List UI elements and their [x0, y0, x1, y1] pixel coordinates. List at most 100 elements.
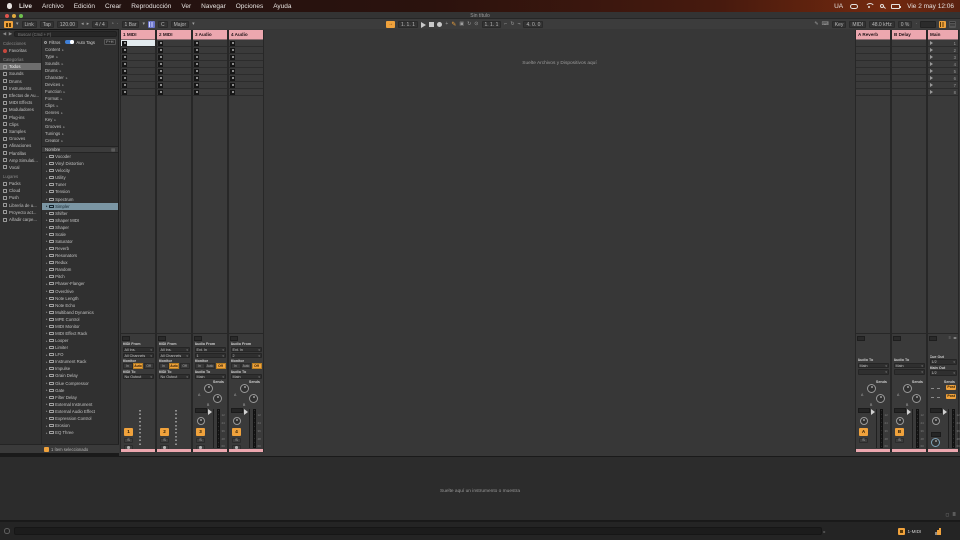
menubar-clock[interactable]: Vie 2 may 12:06: [907, 3, 954, 10]
key-map-button[interactable]: Key: [831, 21, 847, 28]
scene-slot[interactable]: 8: [928, 89, 958, 96]
track-header[interactable]: Main: [928, 30, 958, 40]
clip-stop-button[interactable]: [194, 40, 199, 46]
chevron-down-icon[interactable]: ▾: [142, 21, 145, 28]
punch-out-icon[interactable]: ¬: [518, 21, 521, 28]
clip-stop-button[interactable]: [230, 47, 235, 53]
sidebar-item-plantillas[interactable]: Plantillas: [0, 149, 41, 156]
scene-launch-icon[interactable]: [930, 69, 933, 73]
filter-group-type[interactable]: Type ▸: [42, 53, 118, 60]
device-item-eq-three[interactable]: ▸ EQ Three: [42, 429, 118, 436]
volume-display[interactable]: [894, 408, 906, 413]
input-channel-dropdown[interactable]: 1: [194, 352, 226, 358]
automation-arm-icon[interactable]: ▣: [459, 21, 464, 28]
scene-launch-icon[interactable]: [930, 83, 933, 87]
clip-stop-button[interactable]: [158, 54, 163, 60]
return-activator-button[interactable]: B: [895, 428, 904, 436]
clip-slot[interactable]: [229, 89, 263, 96]
time-signature-field[interactable]: 4 / 4: [92, 21, 108, 28]
scene-slot[interactable]: 7: [928, 82, 958, 89]
device-item-multiband-dynamics[interactable]: ▸ Multiband Dynamics: [42, 309, 118, 316]
clip-slot[interactable]: [892, 75, 926, 82]
arrangement-view-toggle-icon[interactable]: [949, 21, 956, 28]
clip-stop-button[interactable]: [230, 40, 235, 46]
clip-stop-button[interactable]: [194, 68, 199, 74]
volume-fader-handle[interactable]: [871, 408, 875, 415]
output-type-dropdown[interactable]: Main: [857, 362, 889, 368]
capture-midi-icon[interactable]: ⊙: [474, 21, 478, 28]
clip-slot[interactable]: [121, 47, 155, 54]
expand-arrow-icon[interactable]: ▸: [824, 529, 826, 534]
clip-stop-button[interactable]: [230, 89, 235, 95]
clip-slot[interactable]: [121, 75, 155, 82]
clip-stop-button[interactable]: [122, 47, 127, 53]
menu-ayuda[interactable]: Ayuda: [273, 3, 291, 10]
monitor-switch[interactable]: In Auto Off: [194, 363, 226, 369]
device-item-reverb[interactable]: ▸ Reverb: [42, 245, 118, 252]
pan-knob[interactable]: [232, 417, 241, 425]
monitor-option-auto[interactable]: Auto: [169, 363, 179, 369]
clip-slot[interactable]: [229, 54, 263, 61]
device-item-phaser-flanger[interactable]: ▸ Phaser-Flanger: [42, 280, 118, 287]
clip-stop-button[interactable]: [122, 54, 127, 60]
device-item-spectrum[interactable]: ▸ Spectrum: [42, 195, 118, 202]
volume-fader-handle[interactable]: [943, 408, 947, 415]
device-item-limiter[interactable]: ▸ Limiter: [42, 344, 118, 351]
monitor-option-auto[interactable]: Auto: [133, 363, 143, 369]
device-item-midi-monitor[interactable]: ▸ MIDI Monitor: [42, 323, 118, 330]
monitor-option-in[interactable]: In: [194, 363, 205, 369]
fold-sends-icon[interactable]: ◂▸: [953, 335, 957, 340]
sidebar-item-clips[interactable]: Clips: [0, 121, 41, 128]
send-a-knob[interactable]: [903, 384, 912, 393]
monitor-option-in[interactable]: In: [158, 363, 169, 369]
menu-ver[interactable]: Ver: [181, 3, 191, 10]
clip-slot[interactable]: [193, 47, 227, 54]
device-item-shaper-midi[interactable]: ▸ Shaper MIDI: [42, 217, 118, 224]
send-b-knob[interactable]: [912, 394, 921, 403]
clip-stop-button[interactable]: [194, 89, 199, 95]
device-item-mpe-control[interactable]: ▸ MPE Control: [42, 316, 118, 323]
sidebar-item-instruments[interactable]: Instruments: [0, 85, 41, 92]
clip-slot[interactable]: [892, 40, 926, 47]
clip-slot[interactable]: [892, 68, 926, 75]
main-out-dropdown[interactable]: 1/2: [929, 370, 957, 376]
input-channel-dropdown[interactable]: All Channels: [158, 352, 190, 358]
filter-group-grooves[interactable]: Grooves ▸: [42, 123, 118, 130]
scene-launch-icon[interactable]: [930, 41, 933, 45]
device-item-lfo[interactable]: ▸ LFO: [42, 351, 118, 358]
track-header[interactable]: 4 Audio: [229, 30, 263, 40]
pan-knob[interactable]: [931, 417, 940, 425]
clip-slot[interactable]: [193, 75, 227, 82]
clip-slot[interactable]: [157, 89, 191, 96]
clip-stop-button[interactable]: [230, 54, 235, 60]
overdub-plus-icon[interactable]: +: [445, 21, 448, 28]
browser-back-icon[interactable]: ◀: [2, 31, 7, 37]
sidebar-item-librer-a-de-u[interactable]: Librería de u...: [0, 202, 41, 209]
sidebar-item-sounds[interactable]: Sounds: [0, 70, 41, 77]
input-type-dropdown[interactable]: All Ins.: [158, 346, 190, 352]
clip-slot[interactable]: [157, 47, 191, 54]
device-item-tension[interactable]: ▸ Tension: [42, 188, 118, 195]
menu-live[interactable]: Live: [19, 3, 32, 10]
nudge-down-icon[interactable]: ◂: [81, 21, 84, 28]
clip-stop-button[interactable]: [230, 75, 235, 81]
sidebar-item-efectos-de-au[interactable]: Efectos de Au...: [0, 92, 41, 99]
clip-slot[interactable]: [157, 54, 191, 61]
sidebar-item-packs[interactable]: Packs: [0, 180, 41, 187]
clip-slot[interactable]: [157, 40, 191, 47]
filter-group-format[interactable]: Format ▸: [42, 95, 118, 102]
device-item-external-audio-effect[interactable]: ▸ External Audio Effect: [42, 408, 118, 415]
nudge-up-icon[interactable]: ▸: [87, 21, 90, 28]
device-item-instrument-rack[interactable]: ▸ Instrument Rack: [42, 358, 118, 365]
clip-slot[interactable]: [121, 54, 155, 61]
output-channel-dropdown[interactable]: [857, 369, 889, 375]
scene-launch-icon[interactable]: [930, 62, 933, 66]
battery-icon[interactable]: [891, 3, 902, 9]
track-activator-button[interactable]: 1: [124, 428, 133, 436]
volume-display[interactable]: [858, 408, 870, 413]
clip-stop-button[interactable]: [158, 75, 163, 81]
clip-slot[interactable]: [856, 75, 890, 82]
scene-launch-icon[interactable]: [930, 76, 933, 80]
send-a-knob[interactable]: [204, 384, 213, 393]
cue-volume-display[interactable]: [930, 432, 941, 437]
